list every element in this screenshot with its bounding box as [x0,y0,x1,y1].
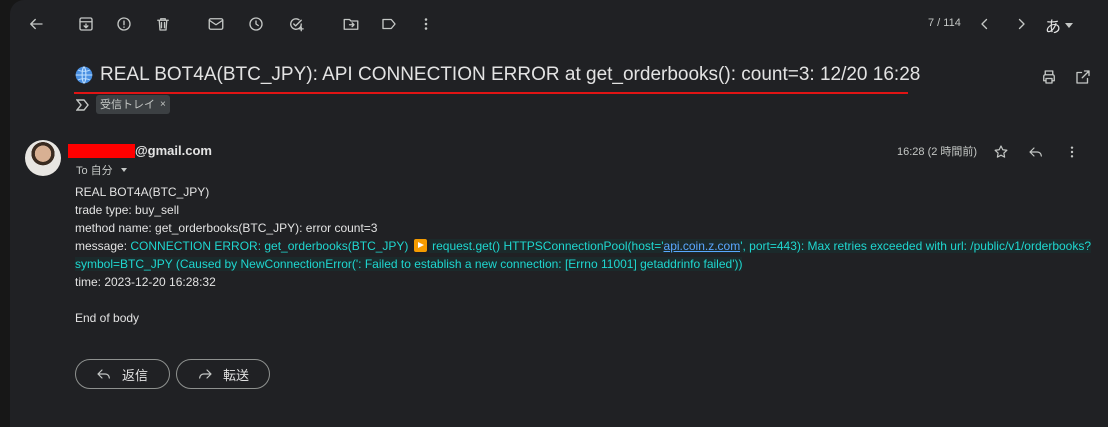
error-text: request.get() HTTPSConnectionPool(host=' [428,239,664,253]
recipient-details-toggle[interactable]: To 自分 [76,162,127,178]
reply-button[interactable]: 返信 [75,359,170,389]
recipient-text: To 自分 [76,165,113,177]
star-icon[interactable] [989,140,1013,164]
report-spam-icon[interactable] [112,12,136,36]
important-marker-icon[interactable] [76,98,90,111]
body-line: End of body [75,311,140,325]
archive-icon[interactable] [74,12,98,36]
reply-icon [97,369,110,379]
label-chip-text: 受信トレイ [100,99,155,111]
move-to-icon[interactable] [339,12,363,36]
body-line: trade type: buy_sell [75,203,180,217]
avatar[interactable] [25,140,61,176]
reply-icon[interactable] [1024,140,1048,164]
globe-icon [75,66,93,84]
reply-label: 返信 [122,367,149,383]
body-line-error-cont: symbol=BTC_JPY (Caused by NewConnectionE… [75,255,1091,273]
mail-view: 7 / 114 あ REAL BOT4A(BTC_JPY): API CONNE… [10,0,1108,427]
toolbar: 7 / 114 あ [10,0,1108,48]
next-chevron-icon[interactable] [1009,12,1033,36]
more-vert-icon[interactable] [1060,140,1084,164]
error-text: ', port=443): Max retries exceeded with … [740,239,1092,253]
label-row: 受信トレイ × [76,95,170,114]
body-line: time: 2023-12-20 16:28:32 [75,275,216,289]
sender: @gmail.com [68,143,212,158]
subject-line: REAL BOT4A(BTC_JPY): API CONNECTION ERRO… [74,64,920,86]
back-arrow-icon[interactable] [24,12,48,36]
body-line-message: message: CONNECTION ERROR: get_orderbook… [75,237,1092,255]
input-tools-label: あ [1045,19,1062,36]
sender-email: @gmail.com [135,143,212,158]
more-vert-icon[interactable] [414,12,438,36]
print-icon[interactable] [1040,68,1058,91]
mark-unread-icon[interactable] [204,12,228,36]
add-task-icon[interactable] [284,12,308,36]
delete-icon[interactable] [151,12,175,36]
prev-chevron-icon[interactable] [973,12,997,36]
host-link[interactable]: api.coin.z.com [663,239,741,253]
subject-row: REAL BOT4A(BTC_JPY): API CONNECTION ERRO… [74,64,1108,94]
forward-button[interactable]: 転送 [176,359,270,389]
play-emoji-icon [413,239,427,252]
body-line: method name: get_orderbooks(BTC_JPY): er… [75,221,378,235]
snooze-clock-icon[interactable] [244,12,268,36]
redaction-box [68,143,135,158]
forward-label: 転送 [223,367,250,383]
open-new-window-icon[interactable] [1074,68,1092,91]
chevron-down-icon [120,168,127,172]
message-body: REAL BOT4A(BTC_JPY) trade type: buy_sell… [75,183,1092,327]
message-counter: 7 / 114 [928,17,961,29]
body-line-blank [75,291,1091,309]
body-line: REAL BOT4A(BTC_JPY) [75,185,210,199]
label-chip-inbox[interactable]: 受信トレイ × [96,95,170,114]
input-tools-button[interactable]: あ [1045,13,1074,37]
message-time: 16:28 (2 時間前) [897,146,978,158]
remove-label-icon[interactable]: × [160,99,166,110]
message-prefix: message: [75,239,131,253]
error-text: symbol=BTC_JPY (Caused by NewConnectionE… [75,257,743,271]
label-icon[interactable] [377,12,401,36]
chevron-down-icon [1065,22,1074,28]
red-annotation-underline [74,92,908,94]
error-text: CONNECTION ERROR: get_orderbooks(BTC_JPY… [130,239,412,253]
subject-text: REAL BOT4A(BTC_JPY): API CONNECTION ERRO… [100,64,921,85]
forward-icon [199,369,212,379]
